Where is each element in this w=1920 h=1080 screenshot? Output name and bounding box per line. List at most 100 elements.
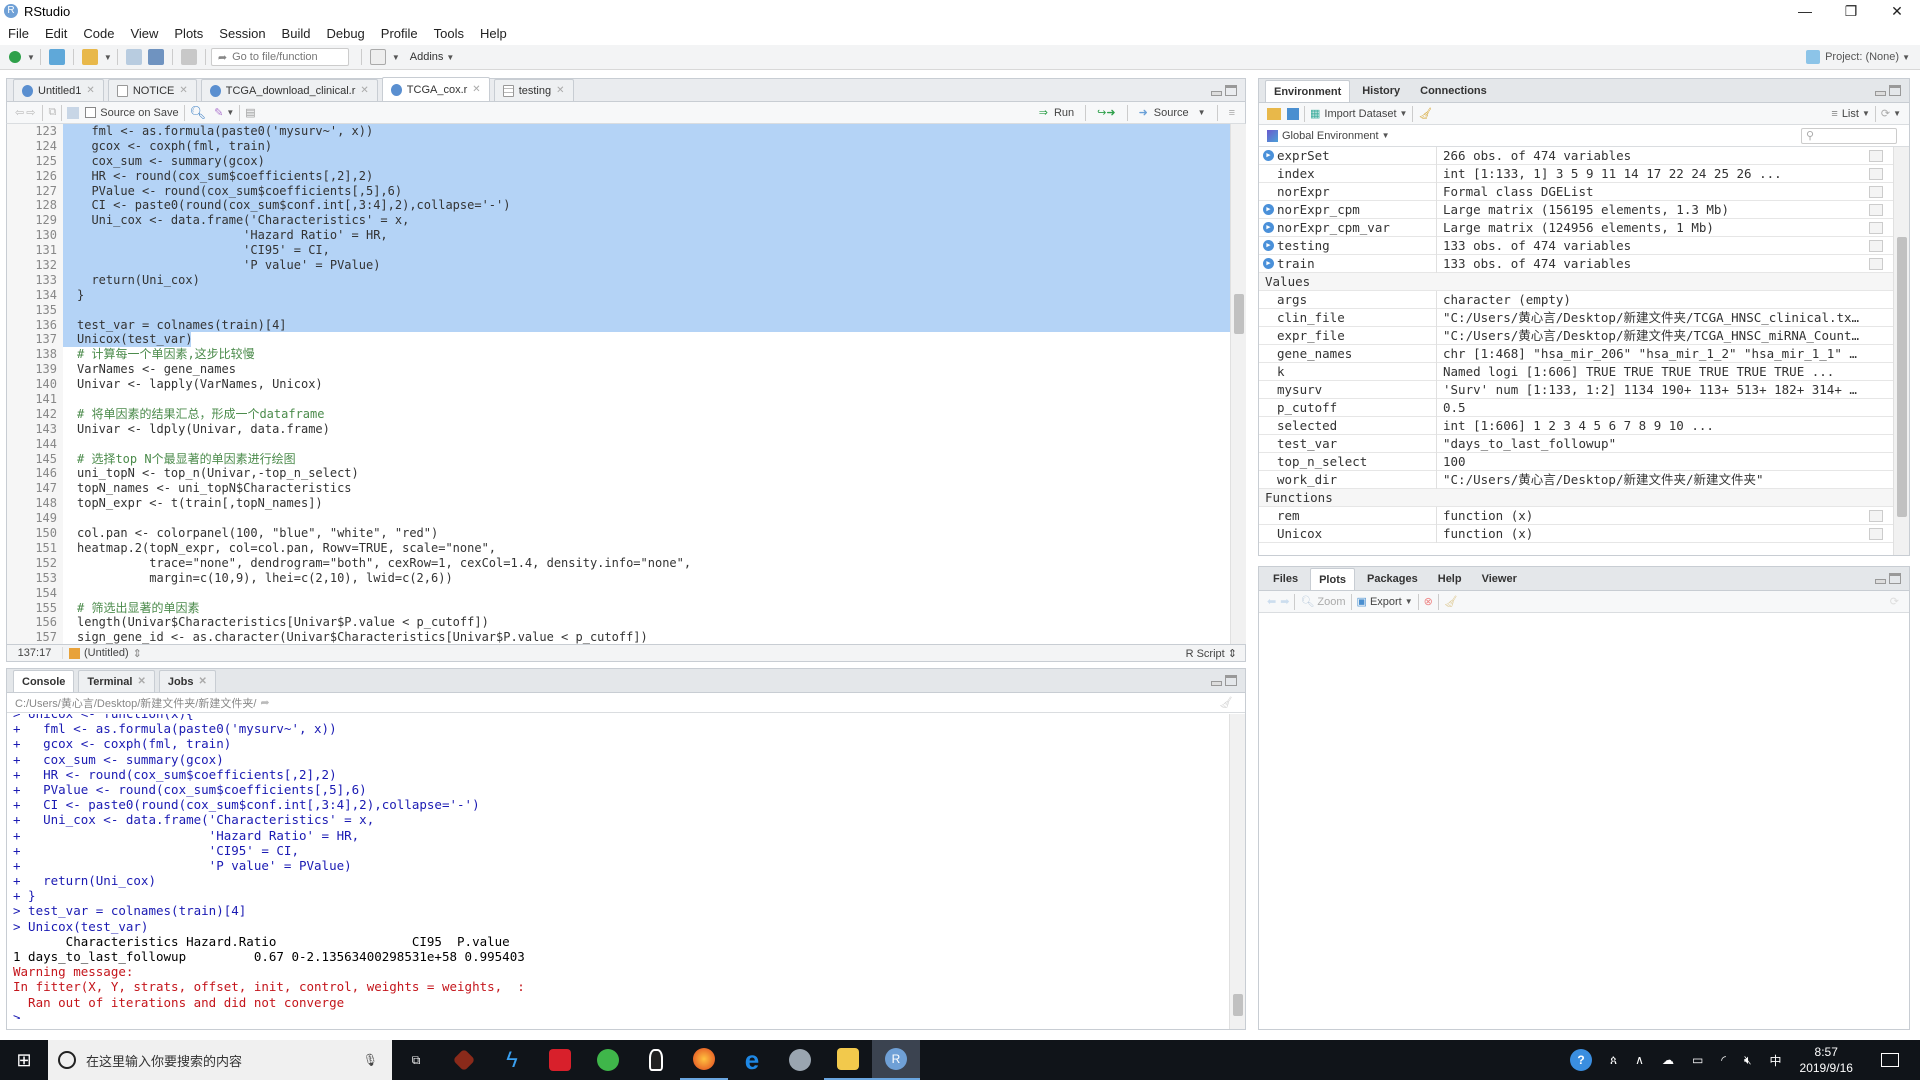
compile-report-icon[interactable]: ▤ [245,106,255,119]
clock[interactable]: 8:57 2019/9/16 [1800,1044,1853,1076]
code-line[interactable]: 146 uni_topN <- top_n(Univar,-top_n_selec… [7,466,1230,482]
prev-plot-icon[interactable]: ⬅ [1267,595,1276,608]
back-forward-icon[interactable]: ⇦⇨ [15,106,37,119]
tab-terminal[interactable]: Terminal ✕ [78,670,155,692]
minimize-button[interactable]: — [1782,0,1828,22]
environment-scroll-thumb[interactable] [1897,237,1907,517]
environment-scrollbar[interactable] [1893,147,1909,555]
outline-icon[interactable]: ≡ [1229,107,1235,119]
menu-session[interactable]: Session [211,26,273,41]
close-button[interactable]: ✕ [1874,0,1920,22]
code-line[interactable]: 125 cox_sum <- summary(gcox) [7,153,1230,169]
taskbar-app-netease-music[interactable] [536,1040,584,1080]
env-row[interactable]: rem function (x) [1259,506,1893,525]
console-output[interactable]: > Unicox <- function(x){+ fml <- as.form… [13,714,1225,1019]
refresh-env-icon[interactable]: ⟳ [1881,107,1890,120]
show-in-window-icon[interactable]: ⧉ [48,106,56,119]
code-line[interactable]: 150 col.pan <- colorpanel(100, "blue", "w… [7,526,1230,541]
taskbar-search-input[interactable]: 在这里输入你要搜索的内容 🎙︎ [48,1040,392,1080]
code-line[interactable]: 130 'Hazard Ratio' = HR, [7,228,1230,244]
tab-plots[interactable]: Plots [1310,568,1355,590]
environment-scope-selector[interactable]: Global Environment [1282,130,1379,142]
editor-tab-notice[interactable]: NOTICE ✕ [107,79,197,101]
tab-history[interactable]: History [1354,80,1408,102]
view-mode-selector[interactable]: List [1842,108,1859,120]
find-replace-icon[interactable]: 🔍︎ [190,105,207,121]
goto-file-input[interactable]: ➦ Go to file/function [210,48,349,66]
env-row[interactable]: expr_file "C:/Users/黄心言/Desktop/新建文件夹/TCG… [1259,326,1893,345]
help-tray-icon[interactable]: ? [1570,1049,1592,1071]
code-line[interactable]: 144 [7,436,1230,452]
restore-button[interactable]: ❐ [1828,0,1874,22]
tab-environment[interactable]: Environment [1265,80,1351,102]
env-row[interactable]: ▶ testing 133 obs. of 474 variables [1259,236,1893,255]
env-row[interactable]: test_var "days_to_last_followup" [1259,434,1893,453]
code-line[interactable]: 147 topN_names <- uni_topN$Characteristic… [7,481,1230,497]
taskbar-app-rstudio-desktop[interactable] [776,1040,824,1080]
code-line[interactable]: 155 # 筛选出显著的单因素 [7,600,1230,616]
code-line[interactable]: 145 # 选择top N个最显著的单因素进行绘图 [7,451,1230,467]
code-line[interactable]: 128 CI <- paste0(round(cox_sum$conf.int[… [7,198,1230,214]
taskbar-app-firefox[interactable] [680,1040,728,1080]
tab-files[interactable]: Files [1265,568,1306,590]
code-line[interactable]: 129 Uni_cox <- data.frame('Characteristi… [7,213,1230,229]
code-line[interactable]: 140 Univar <- lapply(VarNames, Unicox) [7,377,1230,393]
task-view-button[interactable]: ⧉ [392,1040,440,1080]
code-line[interactable]: 126 HR <- round(cox_sum$coefficients[,2]… [7,168,1230,184]
taskbar-app-visual-studio[interactable]: ϟ [488,1040,536,1080]
import-dataset-button[interactable]: Import Dataset [1324,108,1396,120]
code-line[interactable]: 142 # 将单因素的结果汇总，形成一个dataframe [7,406,1230,422]
tab-help[interactable]: Help [1430,568,1470,590]
taskbar-app-edge[interactable]: e [728,1040,776,1080]
code-line[interactable]: 127 PValue <- round(cox_sum$coefficients… [7,183,1230,199]
menu-code[interactable]: Code [75,26,122,41]
menu-build[interactable]: Build [274,26,319,41]
editor-tab-testing[interactable]: testing ✕ [493,79,574,101]
menu-view[interactable]: View [122,26,166,41]
code-line[interactable]: 148 topN_expr <- t(train[,topN_names]) [7,496,1230,512]
expand-icon[interactable]: ▶ [1263,149,1274,161]
menu-debug[interactable]: Debug [318,26,372,41]
save-all-icon[interactable] [147,49,164,65]
maximize-console-icon[interactable] [1225,675,1237,686]
code-editor[interactable]: 123 fml <- as.formula(paste0('mysurv~', … [6,124,1230,644]
print-icon[interactable] [180,49,197,65]
taskbar-app-rstudio[interactable]: R [872,1040,920,1080]
code-line[interactable]: 133 return(Uni_cox) [7,272,1230,288]
taskbar-app-file-explorer[interactable] [824,1040,872,1080]
minimize-pane-icon[interactable] [1211,91,1222,96]
expand-icon[interactable]: ▶ [1263,221,1274,233]
show-hidden-icons[interactable]: ∧ [1635,1053,1644,1067]
minimize-env-icon[interactable] [1875,91,1886,96]
view-data-icon[interactable] [1869,149,1883,162]
minimize-plots-icon[interactable] [1875,579,1886,584]
save-workspace-icon[interactable] [1287,107,1299,120]
code-line[interactable]: 141 [7,392,1230,407]
env-row[interactable]: ▶ exprSet 266 obs. of 474 variables [1259,147,1893,165]
env-row[interactable]: ▶ norExpr_cpm Large matrix (156195 element… [1259,200,1893,219]
editor-tab-tcga-download-clinical[interactable]: TCGA_download_clinical.r ✕ [200,79,378,101]
clear-workspace-icon[interactable]: 🧹︎ [1418,107,1432,120]
env-row[interactable]: k Named logi [1:606] TRUE TRUE TRUE TRUE … [1259,362,1893,381]
view-function-icon[interactable] [1869,509,1883,522]
view-data-icon[interactable] [1869,203,1883,216]
taskbar-app-game[interactable] [440,1040,488,1080]
code-tools-icon[interactable]: ✎ [214,106,223,119]
menu-help[interactable]: Help [472,26,515,41]
code-line[interactable]: 156 length(Univar$Characteristics[Univar$… [7,615,1230,631]
ime-indicator[interactable]: 中 [1770,1052,1782,1069]
env-row[interactable]: work_dir "C:/Users/黄心言/Desktop/新建文件夹/新建文件… [1259,470,1893,489]
wifi-icon[interactable]: ◜ [1721,1053,1726,1067]
save-file-icon[interactable] [67,106,80,119]
rerun-icon[interactable]: ↪➜ [1097,106,1115,119]
console-scrollbar[interactable] [1229,714,1245,1029]
start-button[interactable]: ⊞ [0,1040,48,1080]
editor-tab-untitled1[interactable]: Untitled1 ✕ [13,79,104,101]
export-button[interactable]: Export [1370,596,1402,608]
volume-muted-icon[interactable]: 🔇︎ [1744,1053,1752,1068]
env-row[interactable]: index int [1:133, 1] 3 5 9 11 14 17 22 24… [1259,164,1893,183]
run-button[interactable]: Run [1054,107,1074,119]
goto-dir-icon[interactable]: ➦ [260,696,269,709]
view-data-icon[interactable] [1869,167,1883,180]
env-row[interactable]: norExpr Formal class DGEList [1259,182,1893,201]
